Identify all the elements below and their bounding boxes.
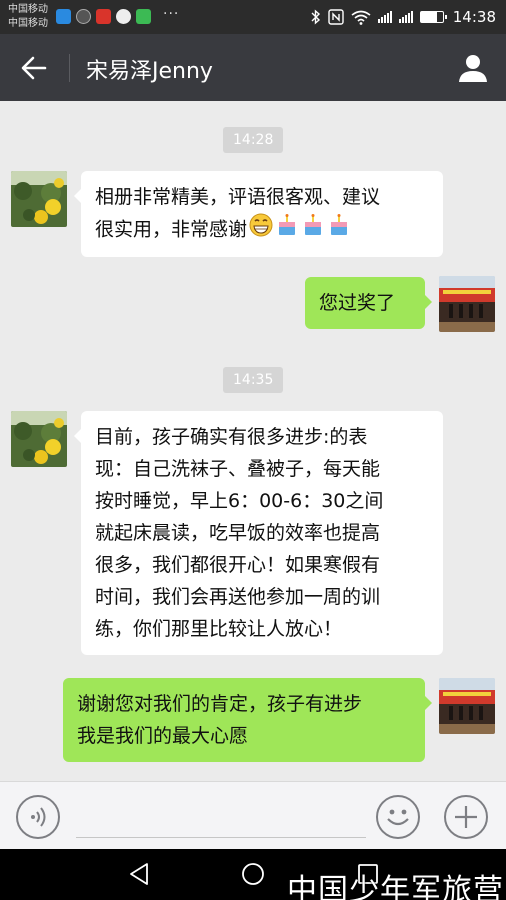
my-avatar[interactable] (439, 678, 495, 734)
message-text: 很实用，非常感谢 (95, 218, 248, 241)
back-button[interactable] (18, 52, 50, 84)
carrier-label: 中国移动 (8, 18, 48, 29)
outgoing-message[interactable]: 您过奖了 (305, 277, 432, 329)
system-nav-bar: 中国少年军旅营 (0, 849, 506, 900)
status-time: 14:38 (452, 8, 496, 26)
contact-avatar[interactable] (11, 171, 67, 227)
time-badge: 14:28 (223, 127, 284, 153)
play-store-icon (136, 9, 151, 24)
camp-avatar-image (439, 678, 495, 734)
message-line: 目前，孩子确实有很多进步:的表 (95, 426, 368, 448)
triangle-back-icon (130, 863, 148, 885)
chat-bubble-icon (116, 9, 131, 24)
message-line: 按时睡觉，早上6：00-6：30之间 (95, 490, 384, 512)
telegram-icon (56, 9, 71, 24)
app-icon (76, 9, 91, 24)
message-line: 时间，我们会再送他参加一周的训 (95, 586, 381, 608)
nav-back-button[interactable] (126, 861, 152, 891)
incoming-message[interactable]: 相册非常精美，评语很客观、建议 很实用，非常感谢 (74, 171, 443, 257)
status-bar: 中国移动 中国移动 ··· 14:38 (0, 0, 506, 34)
watermark-text: 中国少年军旅营 (287, 873, 504, 900)
message-input[interactable] (76, 796, 366, 838)
more-actions-button[interactable] (444, 795, 488, 839)
flower-avatar-image (11, 171, 67, 227)
message-line: 您过奖了 (319, 292, 396, 314)
circle-home-icon (242, 863, 264, 885)
nav-home-button[interactable] (240, 861, 266, 891)
bluetooth-icon (311, 9, 320, 25)
arrow-left-icon (21, 56, 47, 80)
message-line: 现：自己洗袜子、叠被子，每天能 (95, 458, 381, 480)
chat-info-button[interactable] (456, 51, 490, 85)
camp-avatar-image (439, 276, 495, 332)
plus-icon (455, 806, 477, 828)
message-line: 练，你们那里比较让人放心！ (95, 618, 343, 640)
message-line: 我是我们的最大心愿 (77, 725, 249, 747)
chat-header: 宋易泽Jenny (0, 34, 506, 101)
emoji-button[interactable] (376, 795, 420, 839)
flower-avatar-image (11, 411, 67, 467)
message-line: 很多，我们都很开心！如果寒假有 (95, 554, 381, 576)
cake-emoji-icon (327, 213, 351, 247)
carrier-label: 中国移动 (8, 4, 48, 15)
cake-emoji-icon (275, 213, 299, 247)
message-line: 就起床晨读，吃早饭的效率也提高 (95, 522, 381, 544)
signal-icon (377, 11, 392, 23)
weibo-icon (96, 9, 111, 24)
outgoing-message[interactable]: 谢谢您对我们的肯定，孩子有进步 我是我们的最大心愿 (63, 678, 432, 762)
notification-icons (56, 9, 151, 24)
message-line: 很实用，非常感谢 (95, 213, 429, 247)
input-bar (0, 781, 506, 849)
contact-avatar[interactable] (11, 411, 67, 467)
battery-icon (419, 11, 447, 23)
person-icon (459, 55, 487, 82)
cake-emoji-icon (301, 213, 325, 247)
voice-icon (31, 807, 46, 827)
status-indicators: 14:38 (311, 0, 496, 34)
my-avatar[interactable] (439, 276, 495, 332)
message-line: 谢谢您对我们的肯定，孩子有进步 (77, 693, 363, 715)
message-list[interactable]: 14:28 相册非常精美，评语很客观、建议 很实用，非常感谢 您过奖了 14:3… (0, 101, 506, 781)
more-dots-icon: ··· (163, 6, 180, 22)
wifi-icon (351, 10, 371, 25)
nfc-icon (328, 9, 344, 25)
signal-icon (398, 11, 413, 23)
battery-level (420, 12, 438, 22)
chat-title: 宋易泽Jenny (86, 59, 213, 84)
incoming-message[interactable]: 目前，孩子确实有很多进步:的表 现：自己洗袜子、叠被子，每天能 按时睡觉，早上6… (74, 411, 443, 655)
grin-emoji-icon (249, 213, 273, 247)
voice-button[interactable] (16, 795, 60, 839)
time-badge: 14:35 (223, 367, 284, 393)
smiley-icon (387, 809, 409, 826)
header-divider (69, 54, 70, 82)
message-line: 相册非常精美，评语很客观、建议 (95, 186, 381, 208)
